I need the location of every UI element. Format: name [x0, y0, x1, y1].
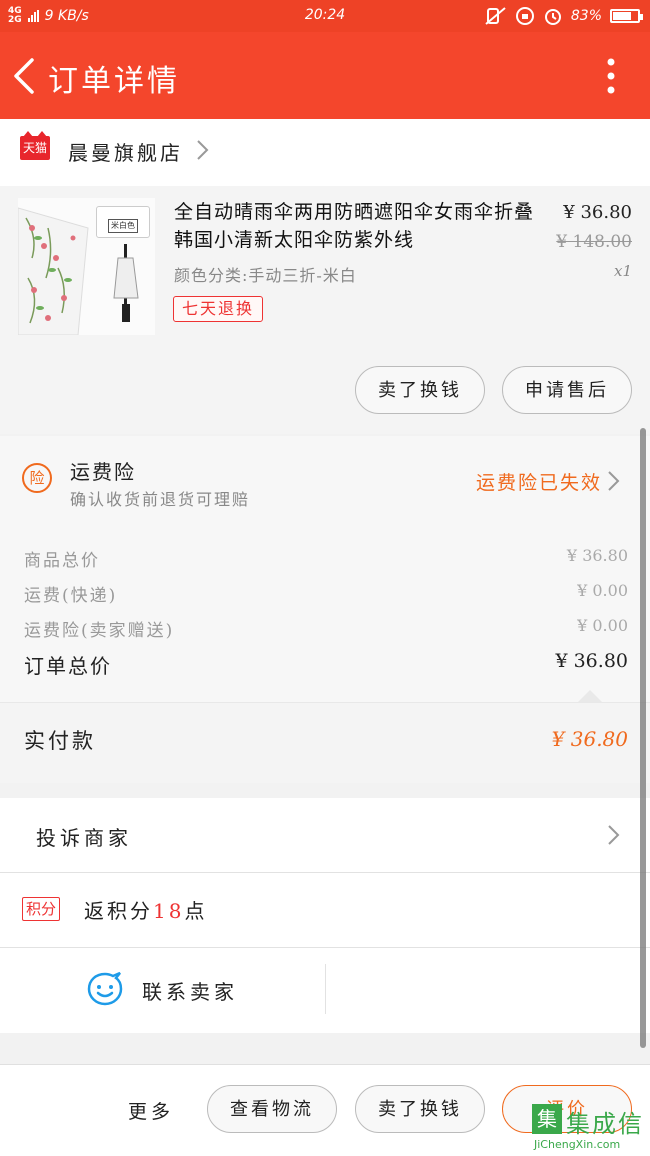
points-text: 返积分18点	[84, 899, 208, 923]
sell-refund-button[interactable]: 卖了换钱	[355, 366, 485, 414]
cost-label: 商品总价	[24, 551, 100, 571]
product-price: ¥ 36.80	[563, 202, 632, 223]
order-total-value: ¥ 36.80	[555, 650, 628, 672]
watermark-text: 集成信	[566, 1110, 644, 1138]
return-policy-tag: 七天退换	[173, 296, 264, 322]
product-spec: 颜色分类:手动三折-米白	[174, 266, 357, 285]
watermark-logo-icon: 集	[532, 1104, 562, 1134]
product-quantity: x1	[613, 262, 632, 280]
cost-row: 商品总价 ¥ 36.80	[24, 546, 628, 576]
shipping-insurance-row[interactable]: 险 运费险 确认收货前退货可理赔 运费险已失效	[0, 436, 650, 523]
order-total-label: 订单总价	[24, 654, 112, 678]
shop-name: 晨曼旗舰店	[68, 141, 183, 165]
scrollbar[interactable]	[640, 428, 646, 1048]
status-right: 83%	[485, 6, 643, 26]
contact-seller-row: 联系卖家	[0, 948, 650, 1033]
title-bar: 订单详情	[0, 32, 650, 119]
alarm-icon	[544, 9, 561, 25]
points-count: 18	[153, 899, 185, 923]
product-image[interactable]: 米白色	[18, 198, 155, 335]
shop-row[interactable]: 天猫 晨曼旗舰店	[0, 119, 650, 186]
view-logistics-button[interactable]: 查看物流	[207, 1085, 337, 1133]
status-bar: 4G 2G 9 KB/s 20:24 83%	[0, 0, 650, 32]
points-row: 积分 返积分18点	[0, 873, 650, 948]
chat-smiley-icon[interactable]	[86, 970, 124, 1008]
cost-label: 运费险(卖家赠送)	[24, 621, 175, 641]
insurance-icon: 险	[22, 463, 52, 493]
back-arrow-icon[interactable]	[10, 56, 40, 96]
product-name[interactable]: 全自动晴雨伞两用防晒遮阳伞女雨伞折叠韩国小清新太阳伞防紫外线	[174, 198, 546, 254]
cost-value: ¥ 0.00	[577, 581, 628, 600]
insurance-status: 运费险已失效	[475, 472, 602, 494]
points-badge: 积分	[22, 897, 61, 921]
mute-icon	[485, 7, 506, 25]
chevron-right-icon	[197, 140, 209, 160]
rotation-lock-icon	[515, 7, 534, 25]
watermark: 集 集成信 JiChengXin.com	[532, 1098, 650, 1155]
paid-label: 实付款	[24, 729, 96, 753]
page-title: 订单详情	[48, 64, 180, 99]
after-sales-button[interactable]: 申请售后	[502, 366, 632, 414]
cost-row: 运费险(卖家赠送) ¥ 0.00	[24, 616, 628, 646]
chevron-right-icon	[608, 825, 620, 845]
caret-up-icon	[578, 690, 602, 702]
cost-label: 运费(快递)	[24, 586, 118, 606]
original-price: ¥ 148.00	[556, 232, 632, 252]
tmall-logo-icon: 天猫	[20, 131, 50, 160]
watermark-url: JiChengXin.com	[534, 1138, 621, 1151]
more-button[interactable]: 更多	[128, 1097, 174, 1124]
sell-refund-button[interactable]: 卖了换钱	[355, 1085, 485, 1133]
order-total-row: 订单总价 ¥ 36.80	[24, 650, 628, 680]
cost-breakdown: 商品总价 ¥ 36.80 运费(快递) ¥ 0.00 运费险(卖家赠送) ¥ 0…	[0, 522, 650, 702]
complain-seller-row[interactable]: 投诉商家	[0, 798, 650, 873]
more-options-icon[interactable]	[606, 56, 616, 96]
product-card[interactable]: 米白色 全自动晴雨伞两用防晒遮阳伞女雨伞折叠韩国小清新太阳伞防紫外线 颜色分类:…	[0, 186, 650, 434]
battery-icon	[610, 9, 643, 23]
paid-amount-row: 实付款 ¥ 36.80	[0, 702, 650, 783]
cost-value: ¥ 36.80	[566, 546, 628, 565]
contact-seller-button[interactable]: 联系卖家	[142, 976, 238, 1005]
cost-value: ¥ 0.00	[577, 616, 628, 635]
color-badge: 米白色	[96, 206, 150, 238]
chevron-right-icon	[608, 471, 620, 491]
insurance-title: 运费险	[70, 460, 136, 484]
cost-row: 运费(快递) ¥ 0.00	[24, 581, 628, 611]
paid-value: ¥ 36.80	[551, 727, 628, 751]
complain-label: 投诉商家	[36, 826, 132, 850]
divider	[325, 964, 326, 1014]
battery-percent: 83%	[570, 8, 602, 24]
insurance-subtitle: 确认收货前退货可理赔	[70, 490, 251, 509]
